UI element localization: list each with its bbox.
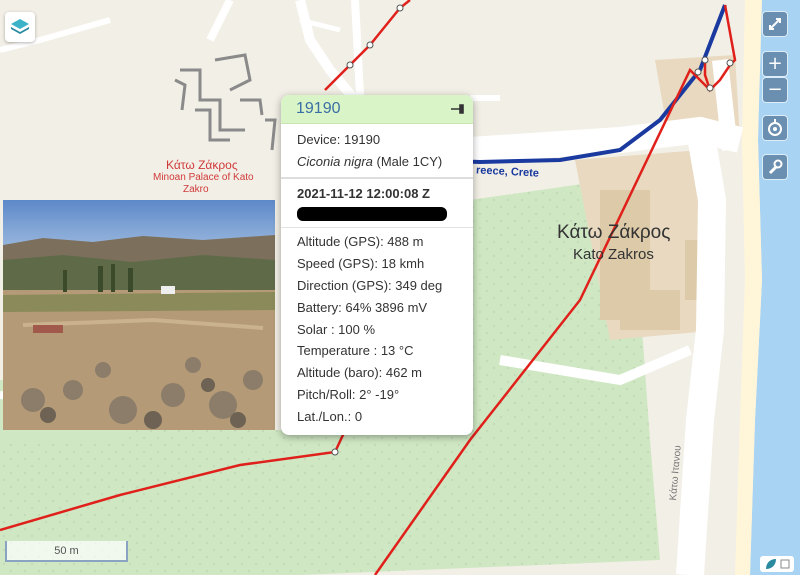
sensor-fields: Altitude (GPS): 488 m Speed (GPS): 18 km… [281,228,473,427]
town-label-english: Kato Zakros [573,246,654,263]
locate-icon [768,119,782,136]
device-id: Device: 19190 [297,132,381,147]
field-altitude-baro: Altitude (baro): 462 m [297,365,423,381]
site-label-greek: Κάτω Ζάκρος [166,158,238,172]
fullscreen-button[interactable] [763,12,787,36]
tracker-popup: 19190 Device: 19190 Ciconia nigra (Male … [281,95,473,435]
layers-button[interactable] [5,12,35,42]
attribution-button[interactable] [760,556,794,572]
device-section: Device: 19190 Ciconia nigra (Male 1CY) [281,124,473,177]
field-direction: Direction (GPS): 349 deg [297,277,443,293]
wrench-icon [768,159,783,175]
site-label-english-2: Zakro [183,184,209,195]
site-photo [3,200,275,430]
expand-icon [769,18,781,30]
field-pitch-roll: Pitch/Roll: 2° -19° [297,386,400,402]
field-altitude-gps: Altitude (GPS): 488 m [297,234,424,250]
timestamp: 2021-11-12 12:00:08 Z [297,185,430,201]
species-line: Ciconia nigra (Male 1CY) [297,151,457,173]
scale-bar: 50 m [5,541,128,562]
field-lat-lon: Lat./Lon.: 0 [297,408,363,424]
info-icon [780,559,789,569]
locate-button[interactable] [763,116,787,140]
time-section: 2021-11-12 12:00:08 Z [281,179,473,222]
field-battery: Battery: 64% 3896 mV [297,299,428,315]
town-label-greek: Κάτω Ζάκρος [557,222,671,243]
field-temperature: Temperature : 13 °C [297,343,414,359]
settings-button[interactable] [763,155,787,179]
species-note: (Male 1CY) [372,153,443,169]
popup-header: 19190 [281,95,473,124]
species-name: Ciconia nigra [297,153,373,169]
leaflet-icon [765,559,776,569]
layers-icon [11,19,29,34]
zoom-out-button[interactable]: − [763,78,787,102]
pin-icon[interactable] [451,102,465,116]
popup-title: 19190 [296,100,341,117]
field-solar: Solar : 100 % [297,321,376,337]
redacted-coordinates [297,207,447,222]
field-speed: Speed (GPS): 18 kmh [297,256,425,272]
zoom-in-button[interactable]: + [763,52,787,76]
site-label-english: Minoan Palace of Kato [153,172,254,183]
